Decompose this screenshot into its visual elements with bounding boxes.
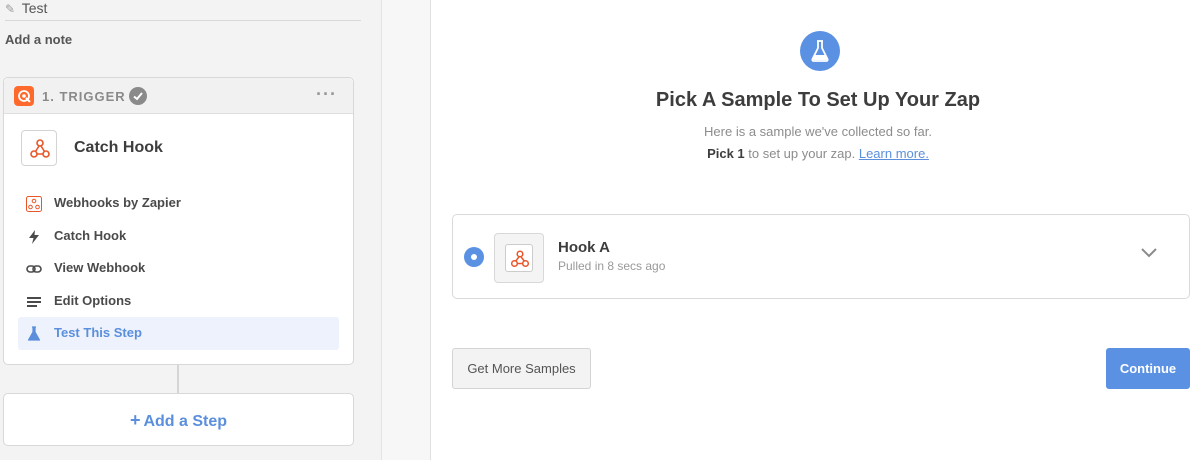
zap-editor-sidebar: ✎ Test Add a note 1. TRIGGER ··· Catch H… xyxy=(0,0,381,460)
sample-meta: Pulled in 8 secs ago xyxy=(558,259,666,273)
webhook-icon xyxy=(26,196,42,212)
flask-icon xyxy=(800,31,840,71)
pencil-icon: ✎ xyxy=(5,2,16,16)
step-label: Catch Hook xyxy=(54,227,127,243)
trigger-card: 1. TRIGGER ··· Catch Hook Webhooks by Za… xyxy=(3,77,354,365)
step-label: Test This Step xyxy=(54,325,142,340)
pick-count: Pick 1 xyxy=(707,146,745,161)
learn-more-link[interactable]: Learn more. xyxy=(859,146,929,161)
step-test-this-step[interactable]: Test This Step xyxy=(18,317,339,350)
add-note-link[interactable]: Add a note xyxy=(5,32,72,47)
page-subtitle: Here is a sample we've collected so far. xyxy=(704,124,932,139)
get-more-samples-button[interactable]: Get More Samples xyxy=(452,348,591,389)
step-webhooks-by-zapier[interactable]: Webhooks by Zapier xyxy=(18,187,339,220)
list-icon xyxy=(27,296,41,307)
webhook-app-icon xyxy=(494,233,544,283)
flask-icon xyxy=(27,326,41,341)
chevron-down-icon[interactable] xyxy=(1141,248,1157,258)
step-label: Edit Options xyxy=(54,292,132,308)
sample-name: Hook A xyxy=(558,239,610,256)
step-label: Webhooks by Zapier xyxy=(54,195,181,210)
panel-divider xyxy=(381,0,431,460)
check-circle-icon xyxy=(129,87,147,105)
plus-icon: + xyxy=(129,410,141,430)
pick-instruction: Pick 1 to set up your zap. Learn more. xyxy=(432,146,1204,161)
trigger-step-list: Webhooks by Zapier Catch Hook View Webho… xyxy=(18,187,339,350)
step-connector xyxy=(177,365,179,393)
add-step-label: Add a Step xyxy=(143,413,228,430)
add-step-button[interactable]: + Add a Step xyxy=(3,393,354,446)
trigger-card-header[interactable]: 1. TRIGGER ··· xyxy=(4,78,353,114)
trigger-title: 1. TRIGGER xyxy=(42,89,126,104)
trigger-app-name: Catch Hook xyxy=(74,139,163,156)
more-options-icon[interactable]: ··· xyxy=(316,84,337,105)
step-catch-hook[interactable]: Catch Hook xyxy=(18,220,339,253)
page-title: Pick A Sample To Set Up Your Zap xyxy=(655,89,981,111)
trigger-icon xyxy=(14,86,34,106)
step-label: View Webhook xyxy=(54,260,146,275)
link-icon xyxy=(26,265,42,273)
sample-radio[interactable] xyxy=(464,247,484,267)
webhook-app-icon xyxy=(21,130,57,166)
bolt-icon xyxy=(29,229,39,244)
step-view-webhook[interactable]: View Webhook xyxy=(18,252,339,285)
zap-name: Test xyxy=(21,0,48,16)
pick-text: to set up your zap. xyxy=(744,146,859,161)
sample-row[interactable]: Hook A Pulled in 8 secs ago xyxy=(452,214,1190,299)
step-edit-options[interactable]: Edit Options xyxy=(18,285,339,318)
continue-button[interactable]: Continue xyxy=(1106,348,1190,389)
zap-name-field[interactable]: ✎ Test xyxy=(5,0,361,21)
sample-picker-panel: Pick A Sample To Set Up Your Zap Here is… xyxy=(432,0,1204,460)
